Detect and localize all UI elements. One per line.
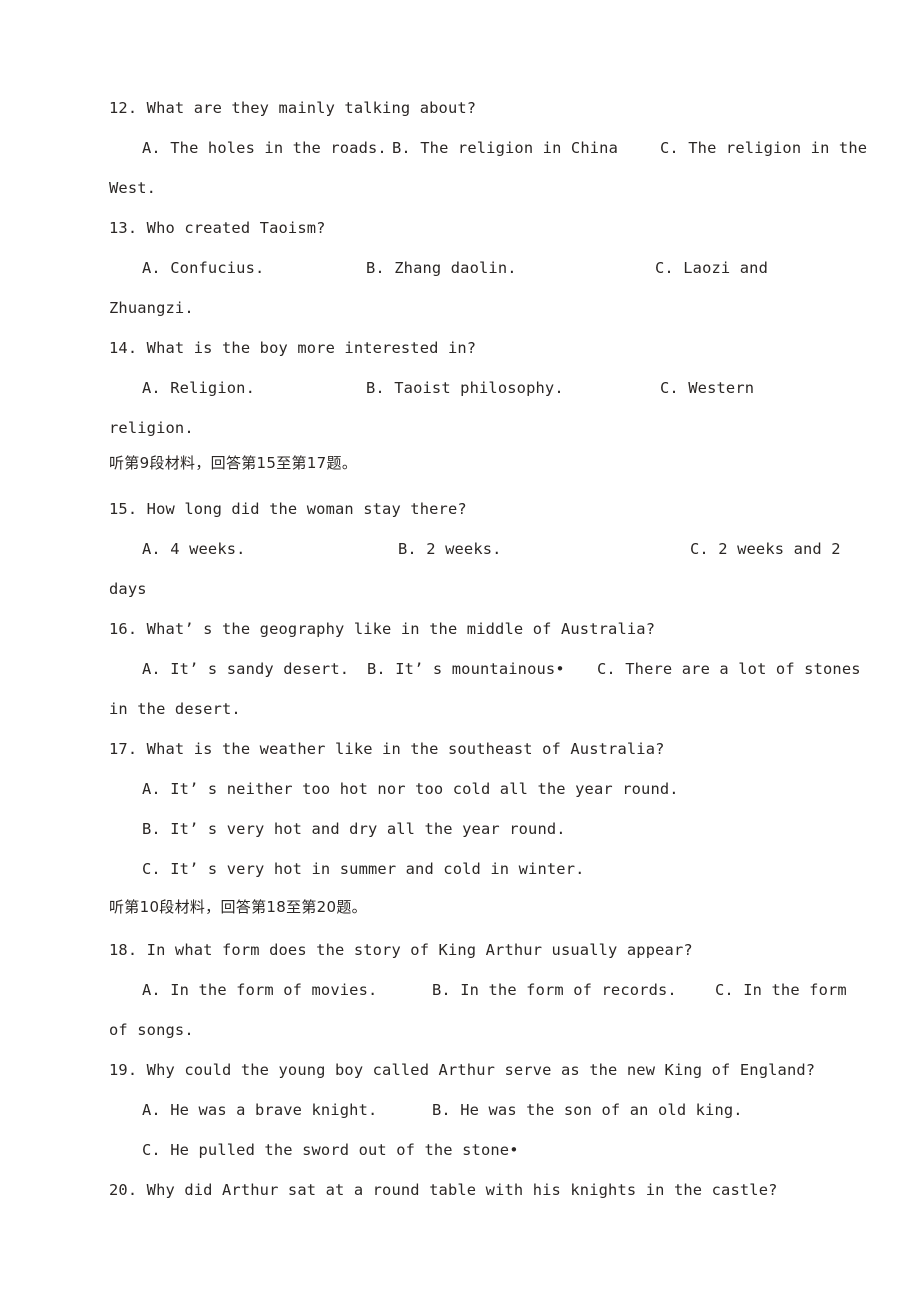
option-q14-a[interactable]: A. Religion. — [142, 378, 255, 398]
question-stem-q20: 20. Why did Arthur sat at a round table … — [109, 1181, 778, 1199]
option-row-q14: A. Religion. B. Taoist philosophy. C. West… — [0, 378, 920, 398]
option-row-q17: A. It’ s neither too hot nor too cold al… — [0, 779, 920, 799]
option-row-q16: A. It’ s sandy desert. B. It’ s mountaino… — [0, 659, 920, 679]
continuation-q13-0: Zhuangzi. — [109, 299, 194, 317]
option-q13-a[interactable]: A. Confucius. — [142, 258, 264, 278]
option-row-q15: A. 4 weeks. B. 2 weeks. C. 2 weeks and 2 — [0, 539, 920, 559]
option-q15-b[interactable]: B. 2 weeks. — [398, 539, 502, 559]
option-q19-b[interactable]: B. He was the son of an old king. — [432, 1100, 743, 1120]
question-stem-q17: 17. What is the weather like in the sout… — [109, 740, 665, 758]
option-q13-b[interactable]: B. Zhang daolin. — [366, 258, 517, 278]
question-stem-q16: 16. What’ s the geography like in the mi… — [109, 620, 656, 638]
option-row-q18: A. In the form of movies. B. In the form … — [0, 980, 920, 1000]
question-stem-q18: 18. In what form does the story of King … — [109, 941, 693, 959]
option-q17-b[interactable]: B. It’ s very hot and dry all the year r… — [142, 819, 566, 839]
question-stem-q15: 15. How long did the woman stay there? — [109, 500, 467, 518]
option-q17-c[interactable]: C. It’ s very hot in summer and cold in … — [142, 859, 585, 879]
option-q12-c[interactable]: C. The religion in the — [660, 138, 867, 158]
option-q19-a[interactable]: A. He was a brave knight. — [142, 1100, 377, 1120]
continuation-q18-0: of songs. — [109, 1021, 194, 1039]
option-q18-a[interactable]: A. In the form of movies. — [142, 980, 377, 1000]
section-header-section-10: 听第10段材料，回答第18至第20题。 — [109, 898, 367, 916]
option-q16-b[interactable]: B. It’ s mountainous• — [367, 659, 565, 679]
option-q18-b[interactable]: B. In the form of records. — [432, 980, 677, 1000]
option-row-q13: A. Confucius. B. Zhang daolin. C. Laozi an… — [0, 258, 920, 278]
question-stem-q13: 13. Who created Taoism? — [109, 219, 326, 237]
option-q12-a[interactable]: A. The holes in the roads. — [142, 138, 387, 158]
question-stem-q19: 19. Why could the young boy called Arthu… — [109, 1061, 816, 1079]
option-q17-a[interactable]: A. It’ s neither too hot nor too cold al… — [142, 779, 679, 799]
exam-page: 12. What are they mainly talking about? A… — [0, 0, 920, 1302]
option-q12-b[interactable]: B. The religion in China — [392, 138, 618, 158]
option-q16-c[interactable]: C. There are a lot of stones — [597, 659, 861, 679]
question-stem-q12: 12. What are they mainly talking about? — [109, 99, 477, 117]
option-q18-c[interactable]: C. In the form — [715, 980, 847, 1000]
continuation-q14-0: religion. — [109, 419, 194, 437]
option-q15-a[interactable]: A. 4 weeks. — [142, 539, 246, 559]
option-q14-c[interactable]: C. Western — [660, 378, 754, 398]
section-header-section-9: 听第9段材料，回答第15至第17题。 — [109, 454, 358, 472]
option-q19-c[interactable]: C. He pulled the sword out of the stone• — [142, 1140, 519, 1160]
option-row-q19: A. He was a brave knight. B. He was the s… — [0, 1100, 920, 1120]
option-row-q12: A. The holes in the roads. B. The religio… — [0, 138, 920, 158]
option-q13-c[interactable]: C. Laozi and — [655, 258, 768, 278]
continuation-q12-0: West. — [109, 179, 157, 197]
question-stem-q14: 14. What is the boy more interested in? — [109, 339, 477, 357]
option-q16-a[interactable]: A. It’ s sandy desert. — [142, 659, 349, 679]
continuation-q16-0: in the desert. — [109, 700, 241, 718]
option-q15-c[interactable]: C. 2 weeks and 2 — [690, 539, 841, 559]
continuation-q15-0: days — [109, 580, 147, 598]
option-q14-b[interactable]: B. Taoist philosophy. — [366, 378, 564, 398]
